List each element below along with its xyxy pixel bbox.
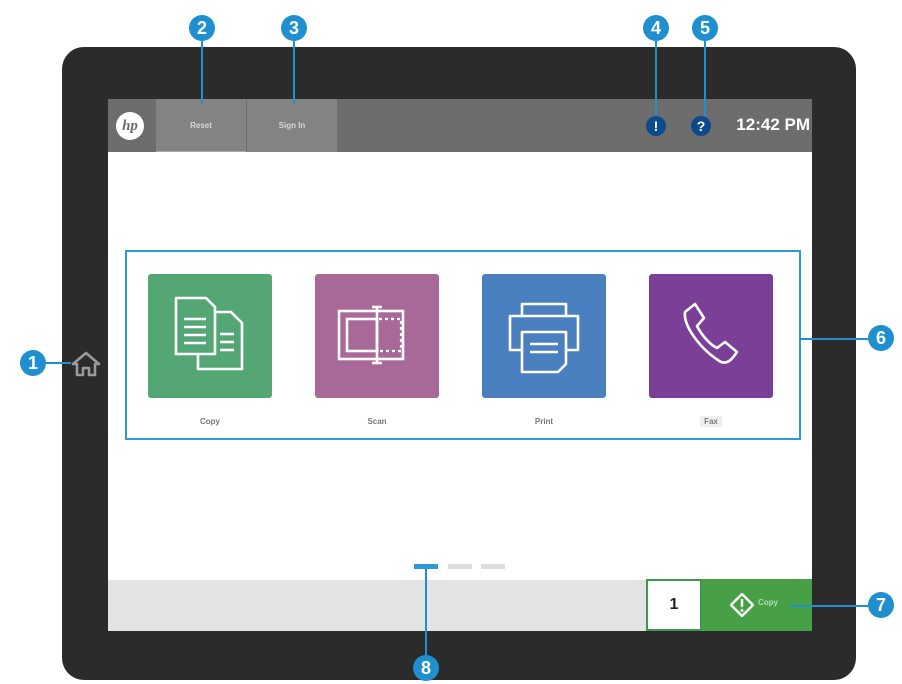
top-bar: hp Reset Sign In ! ? 12:42 PM: [108, 99, 812, 152]
callout-5: 5: [692, 15, 718, 41]
callout-6: 6: [868, 325, 894, 351]
scan-app-tile[interactable]: [315, 274, 439, 398]
home-button[interactable]: [71, 351, 101, 382]
start-button-label: Copy: [758, 598, 778, 607]
fax-app-tile[interactable]: [649, 274, 773, 398]
callout-4-leader: [655, 40, 657, 116]
print-label: Print: [534, 417, 554, 426]
print-app-tile[interactable]: [482, 274, 606, 398]
help-icon[interactable]: ?: [691, 116, 711, 136]
page-indicator-3[interactable]: [481, 564, 505, 569]
callout-8-leader: [425, 569, 427, 655]
sign-in-button[interactable]: Sign In: [247, 99, 337, 152]
callout-6-leader: [800, 338, 868, 340]
home-icon: [71, 351, 101, 377]
copy-icon: [174, 296, 244, 371]
start-icon: [730, 593, 754, 617]
scan-label: Scan: [367, 417, 387, 426]
callout-1: 1: [20, 350, 46, 376]
callout-3: 3: [281, 15, 307, 41]
callout-7: 7: [868, 592, 894, 618]
print-icon: [508, 302, 580, 374]
callout-4: 4: [643, 15, 669, 41]
reset-button[interactable]: Reset: [156, 99, 246, 152]
fax-label-wrap: Fax: [649, 416, 773, 427]
callout-7-leader: [790, 605, 868, 607]
copy-app-tile[interactable]: [148, 274, 272, 398]
callout-8: 8: [413, 655, 439, 681]
fax-label: Fax: [700, 416, 722, 427]
copy-label: Copy: [200, 417, 220, 426]
callout-1-leader: [44, 362, 71, 364]
copies-count-field[interactable]: 1: [646, 579, 702, 631]
touchscreen: hp Reset Sign In ! ? 12:42 PM Copy Scan …: [108, 99, 812, 631]
clock: 12:42 PM: [736, 115, 810, 134]
scan-icon: [337, 305, 405, 365]
callout-3-leader: [293, 40, 295, 104]
callout-2-leader: [201, 40, 203, 104]
alert-icon[interactable]: !: [646, 116, 666, 136]
callout-5-leader: [704, 40, 706, 116]
callout-2: 2: [189, 15, 215, 41]
phone-icon: [683, 302, 739, 364]
hp-logo: hp: [116, 112, 144, 140]
page-indicator-2[interactable]: [448, 564, 472, 569]
